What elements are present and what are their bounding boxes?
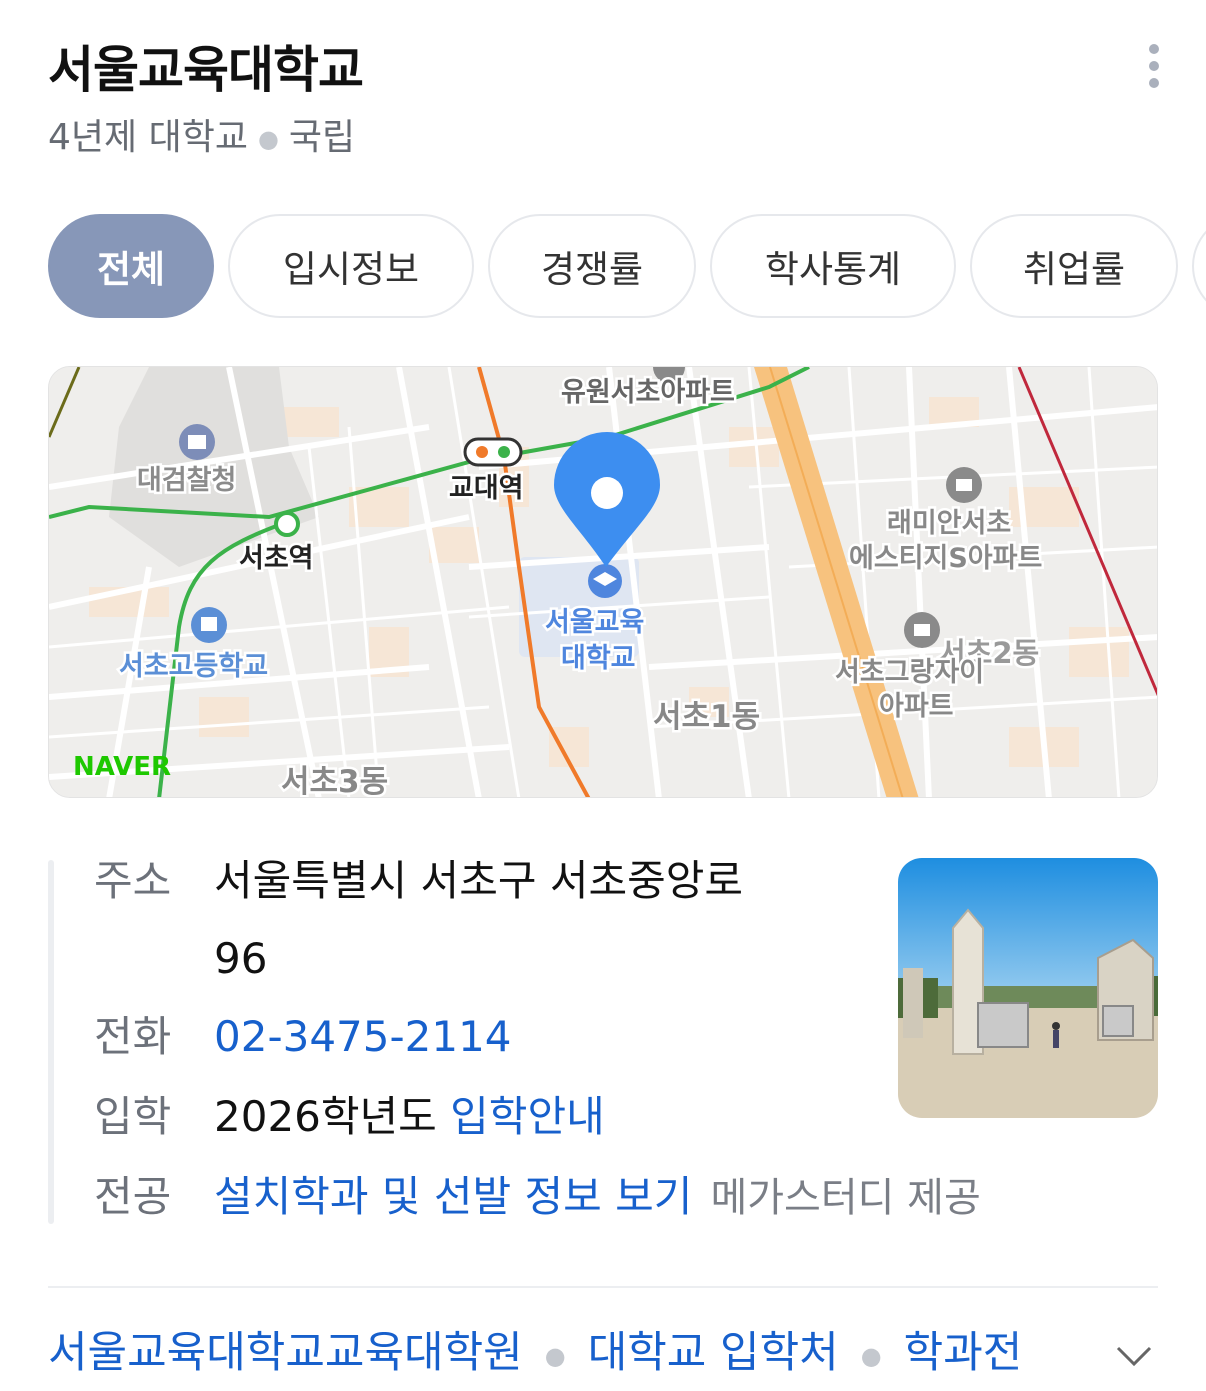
map-label-dong1: 서초1동 <box>653 699 760 735</box>
grad-school-link[interactable]: 서울교육대학교교육대학원 <box>48 1328 523 1378</box>
links-fade <box>1010 1322 1100 1386</box>
phone-link[interactable]: 02-3475-2114 <box>214 1012 512 1061</box>
tab-employment-rate[interactable]: 취업률 <box>970 214 1178 318</box>
map-label-grandzi1: 서초그랑자이 <box>835 657 984 688</box>
department-link[interactable]: 학과전 <box>904 1328 1023 1378</box>
map-label-highschool: 서초고등학교 <box>119 651 268 682</box>
tab-more[interactable] <box>1192 214 1206 318</box>
address-value-line2: 96 <box>214 934 268 983</box>
map-label-seocho-station: 서초역 <box>239 543 314 574</box>
tab-admission-info[interactable]: 입시정보 <box>228 214 474 318</box>
page-title: 서울교육대학교 <box>48 41 364 99</box>
admission-year: 2026학년도 <box>214 1092 437 1141</box>
separator-dot: ● <box>860 1341 882 1370</box>
gyodae-station-icon <box>463 437 523 467</box>
section-divider <box>48 1286 1158 1288</box>
tab-competition-rate[interactable]: 경쟁률 <box>488 214 696 318</box>
phone-row: 전화 02-3475-2114 <box>94 998 512 1076</box>
address-row: 주소 서울특별시 서초구 서초중앙로 <box>94 842 743 920</box>
info-divider-bar <box>48 860 54 1224</box>
tab-all[interactable]: 전체 <box>48 214 214 318</box>
subtitle: 4년제 대학교 ● 국립 <box>48 114 355 163</box>
address-label: 주소 <box>94 856 172 905</box>
more-options-icon[interactable] <box>1142 44 1166 88</box>
campus-photo[interactable] <box>898 858 1158 1118</box>
info-section: 주소 서울특별시 서초구 서초중앙로 96 전화 02-3475-2114 입학 20… <box>48 856 981 1224</box>
map-label-raemian1: 래미안서초 <box>887 508 1011 539</box>
type-text: 국립 <box>288 117 356 158</box>
naver-logo: NAVER <box>73 752 171 782</box>
phone-label: 전화 <box>94 1012 172 1061</box>
major-info-link[interactable]: 설치학과 및 선발 정보 보기 <box>214 1172 692 1221</box>
map-label-school2: 대학교 <box>561 643 636 674</box>
location-map[interactable]: 유원서초아파트 대검찰청 교대역 서초역 래미안서초 에스티지S아파트 서울교육… <box>48 366 1158 798</box>
admission-label: 입학 <box>94 1092 172 1141</box>
separator-dot: ● <box>257 125 279 153</box>
address-value: 서울특별시 서초구 서초중앙로 <box>214 856 744 905</box>
map-label-school1: 서울교육 <box>545 607 644 638</box>
map-label-gyodae-station: 교대역 <box>449 473 524 504</box>
address-row-line2: 96 <box>214 920 267 998</box>
tab-academic-stats[interactable]: 학사통계 <box>710 214 956 318</box>
chevron-down-icon[interactable] <box>1112 1334 1156 1378</box>
category-text: 4년제 대학교 <box>48 117 248 158</box>
tab-bar: 전체 입시정보 경쟁률 학사통계 취업률 <box>48 214 1206 322</box>
seocho-station-icon <box>274 511 300 537</box>
admission-row: 입학 2026학년도 입학안내 <box>94 1078 605 1156</box>
map-label-court: 대검찰청 <box>137 465 236 496</box>
map-label-dong3: 서초3동 <box>281 764 388 798</box>
admission-guide-link[interactable]: 입학안내 <box>450 1092 605 1141</box>
related-links: 서울교육대학교교육대학원 ● 대학교 입학처 ● 학과전 <box>48 1322 1088 1386</box>
map-label-grandzi2: 아파트 <box>879 691 954 722</box>
major-provider: 메가스터디 제공 <box>710 1175 981 1221</box>
major-label: 전공 <box>94 1172 172 1221</box>
major-row: 전공 설치학과 및 선발 정보 보기 메가스터디 제공 <box>94 1158 981 1237</box>
map-label-raemian2: 에스티지S아파트 <box>849 543 1042 574</box>
admissions-office-link[interactable]: 대학교 입학처 <box>588 1328 839 1378</box>
map-label-apt-yuwon: 유원서초아파트 <box>561 377 735 408</box>
separator-dot: ● <box>544 1341 566 1370</box>
